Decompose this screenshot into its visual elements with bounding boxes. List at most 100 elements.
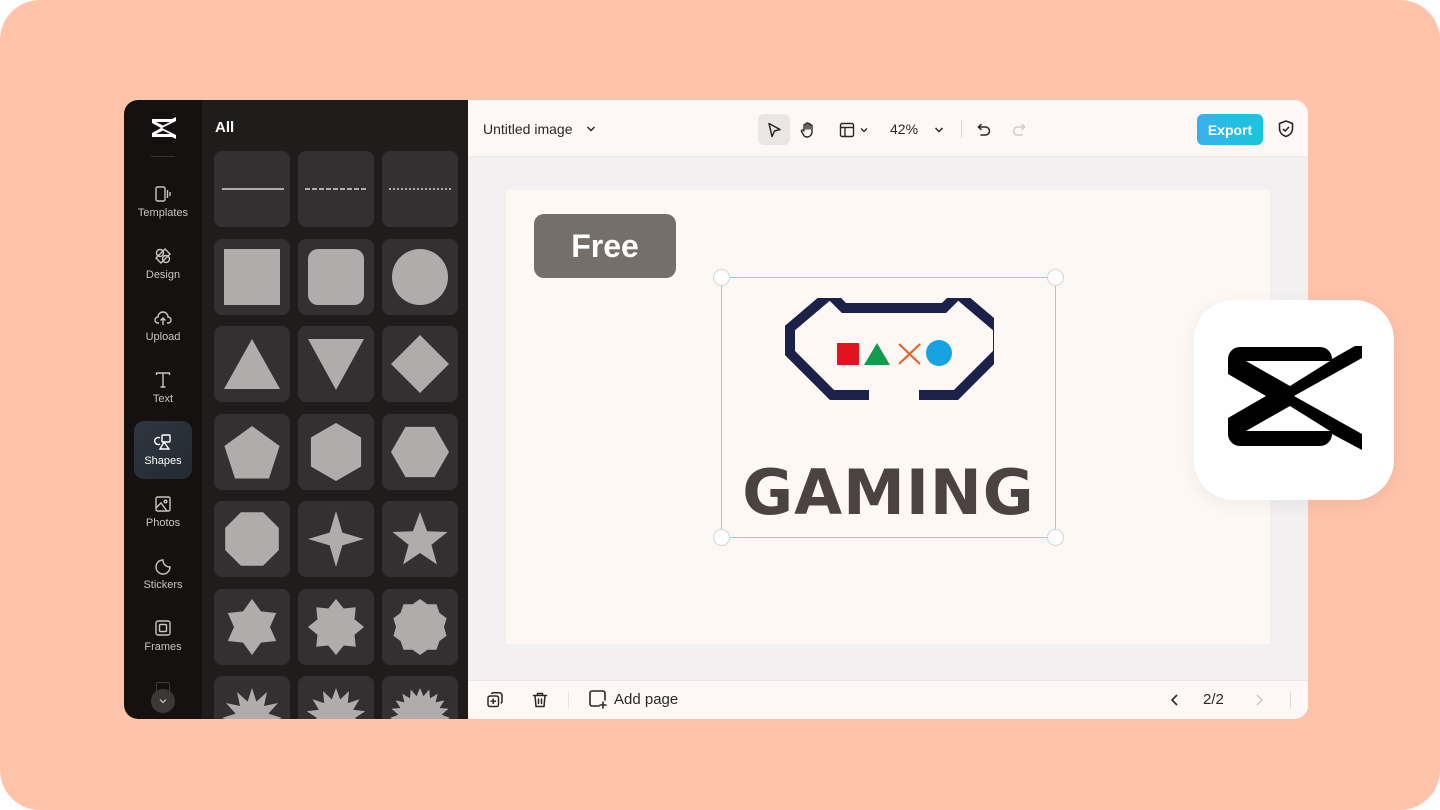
hand-pan-icon xyxy=(800,121,813,138)
shape-tile-burst-14[interactable] xyxy=(298,676,374,719)
select-pointer-icon xyxy=(768,122,781,137)
shape-tile-dotted-line[interactable] xyxy=(382,151,458,227)
zoom-dropdown-button[interactable] xyxy=(927,114,951,145)
capcut-logo-icon xyxy=(1228,346,1362,450)
shapes-panel: All xyxy=(202,100,468,719)
four-point-star-icon xyxy=(308,511,364,567)
shape-tile-rounded-square[interactable] xyxy=(298,238,374,315)
diamond-icon xyxy=(391,335,449,393)
shape-tile-six-point-star[interactable] xyxy=(214,588,290,665)
resize-handle-bottom-right[interactable] xyxy=(1047,529,1064,546)
undo-button[interactable] xyxy=(968,114,1000,145)
gamepad-logo xyxy=(785,298,994,400)
shape-tile-pentagon[interactable] xyxy=(214,413,290,490)
select-tool-button[interactable] xyxy=(758,114,790,145)
bottom-divider xyxy=(568,691,569,709)
photo-icon xyxy=(155,496,171,512)
rail-item-label: Frames xyxy=(144,641,182,653)
undo-icon xyxy=(977,123,991,136)
hexagon-vertical-icon xyxy=(310,422,362,481)
add-page-icon xyxy=(589,690,607,709)
shape-tile-octagon[interactable] xyxy=(214,501,290,577)
shield-check-icon[interactable] xyxy=(1276,119,1296,139)
rail-item-frames[interactable]: Frames xyxy=(134,607,192,665)
dotted-line-icon xyxy=(389,188,452,190)
rail-item-shapes[interactable]: Shapes xyxy=(134,421,192,479)
editor-window: Templates Design Upload Text Shapes Phot… xyxy=(124,100,1308,719)
resize-handle-bottom-left[interactable] xyxy=(713,529,730,546)
hexagon-horizontal-icon xyxy=(391,426,449,477)
shape-tile-eight-point-star[interactable] xyxy=(298,588,374,665)
chevron-down-icon xyxy=(586,126,595,132)
document-title-dropdown[interactable]: Untitled image xyxy=(483,121,597,137)
next-page-button[interactable] xyxy=(1248,689,1270,711)
rail-item-design[interactable]: Design xyxy=(134,235,192,293)
rail-item-upload[interactable]: Upload xyxy=(134,297,192,355)
cross-symbol xyxy=(898,343,921,365)
shapes-icon xyxy=(154,434,171,450)
trash-icon xyxy=(532,692,548,708)
duplicate-icon xyxy=(487,692,503,708)
bottom-divider-right xyxy=(1290,691,1291,709)
shape-tile-four-point-star[interactable] xyxy=(298,501,374,577)
add-page-button[interactable]: Add page xyxy=(588,689,678,709)
rail-item-label: Stickers xyxy=(143,579,183,591)
redo-icon xyxy=(1012,123,1026,136)
logo-text: GAMING xyxy=(742,456,1035,529)
octagon-icon xyxy=(225,512,279,566)
chevron-right-icon xyxy=(1256,694,1264,706)
delete-page-button[interactable] xyxy=(529,689,551,711)
duplicate-page-button[interactable] xyxy=(484,689,506,711)
shape-tile-burst-12[interactable] xyxy=(214,676,290,719)
shape-tile-ten-point-star[interactable] xyxy=(382,588,458,665)
layout-dropdown-button[interactable] xyxy=(834,114,874,145)
rail-divider xyxy=(151,156,175,157)
shape-tile-hexagon-horizontal[interactable] xyxy=(382,413,458,490)
triangle-icon xyxy=(224,339,280,389)
chevron-down-icon xyxy=(159,699,167,704)
rail-more-button[interactable] xyxy=(151,689,175,713)
export-button[interactable]: Export xyxy=(1197,114,1263,145)
capcut-app-icon xyxy=(1194,300,1394,500)
rail-item-label: Upload xyxy=(145,331,181,343)
burst-20-icon xyxy=(390,688,450,719)
top-toolbar: Untitled image 42% Export xyxy=(468,100,1308,157)
rail-item-text[interactable]: Text xyxy=(134,359,192,417)
six-point-star-icon xyxy=(227,598,277,655)
pentagon-icon xyxy=(224,425,280,478)
sticker-icon xyxy=(155,559,171,575)
rail-item-label: Text xyxy=(152,393,174,405)
capcut-logo-icon[interactable] xyxy=(149,116,177,140)
bottom-toolbar: Add page 2/2 xyxy=(468,680,1308,719)
shape-tile-diamond[interactable] xyxy=(382,326,458,402)
hand-tool-button[interactable] xyxy=(792,114,824,145)
selected-logo-group[interactable]: GAMING xyxy=(713,269,1064,546)
shape-tile-hexagon-vertical[interactable] xyxy=(298,413,374,490)
editor-area: Untitled image 42% Export Free GAMING Ad… xyxy=(468,100,1308,719)
rail-item-photos[interactable]: Photos xyxy=(134,483,192,541)
document-title: Untitled image xyxy=(483,121,573,137)
previous-page-button[interactable] xyxy=(1164,689,1186,711)
shape-tile-triangle[interactable] xyxy=(214,326,290,402)
nav-rail: Templates Design Upload Text Shapes Phot… xyxy=(124,100,202,719)
shape-tile-inverted-triangle[interactable] xyxy=(298,326,374,402)
burst-14-icon xyxy=(306,688,366,719)
shape-tile-circle[interactable] xyxy=(382,238,458,315)
rail-item-templates[interactable]: Templates xyxy=(134,173,192,231)
rail-item-label: Photos xyxy=(145,517,181,529)
circle-icon xyxy=(392,248,448,305)
chevron-down-icon xyxy=(860,127,868,132)
shape-tile-five-point-star[interactable] xyxy=(382,501,458,577)
shape-tile-dashed-line[interactable] xyxy=(298,151,374,227)
zoom-level[interactable]: 42% xyxy=(890,121,918,137)
design-canvas[interactable]: Free GAMING xyxy=(506,190,1270,644)
page-indicator: 2/2 xyxy=(1203,691,1224,708)
shape-tile-burst-20[interactable] xyxy=(382,676,458,719)
shape-tile-square[interactable] xyxy=(214,238,290,315)
rail-item-label: Templates xyxy=(137,207,189,219)
rail-item-stickers[interactable]: Stickers xyxy=(134,545,192,603)
shape-tile-solid-line[interactable] xyxy=(214,151,290,227)
resize-handle-top-right[interactable] xyxy=(1047,269,1064,286)
resize-handle-top-left[interactable] xyxy=(713,269,730,286)
redo-button[interactable] xyxy=(1003,114,1035,145)
